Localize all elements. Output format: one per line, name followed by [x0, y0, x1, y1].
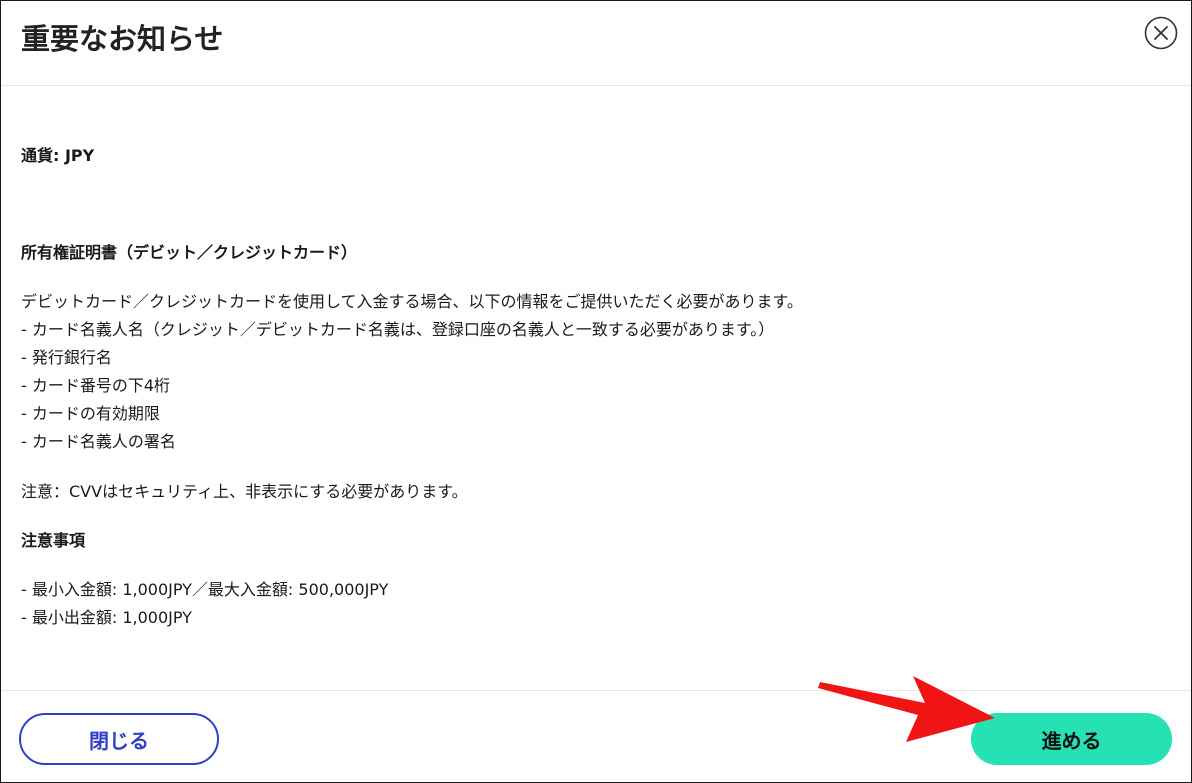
proof-item-expiry-date: - カードの有効期限 [21, 404, 160, 423]
proof-item-cardholder-name: - カード名義人名（クレジット／デビットカード名義は、登録口座の名義人と一致する… [21, 320, 775, 339]
withdrawal-limit: - 最小出金額: 1,000JPY [21, 608, 192, 627]
proceed-button[interactable]: 進める [971, 713, 1172, 765]
proof-intro: デビットカード／クレジットカードを使用して入金する場合、以下の情報をご提供いただ… [21, 292, 803, 311]
dialog-body: 通貨: JPY 所有権証明書（デビット／クレジットカード） デビットカード／クレ… [21, 86, 1171, 689]
dialog-footer: 閉じる 進める [1, 690, 1191, 783]
dialog-header: 重要なお知らせ [1, 1, 1191, 86]
cvv-note: 注意：CVVはセキュリティ上、非表示にする必要があります。 [21, 482, 468, 501]
currency-line: 通貨: JPY [21, 146, 95, 165]
proof-item-signature: - カード名義人の署名 [21, 432, 176, 451]
notes-heading: 注意事項 [21, 531, 86, 550]
important-notice-dialog: 重要なお知らせ 通貨: JPY 所有権証明書（デビット／クレジットカード） デビ… [0, 0, 1192, 783]
limits-list: - 最小入金額: 1,000JPY／最大入金額: 500,000JPY - 最小… [21, 576, 388, 632]
proof-heading: 所有権証明書（デビット／クレジットカード） [21, 243, 358, 262]
close-circle-icon [1144, 16, 1178, 50]
close-button[interactable]: 閉じる [19, 713, 219, 765]
proof-item-last-four-digits: - カード番号の下4桁 [21, 376, 171, 395]
proof-requirements: デビットカード／クレジットカードを使用して入金する場合、以下の情報をご提供いただ… [21, 288, 803, 456]
dialog-title: 重要なお知らせ [21, 22, 224, 56]
deposit-limits: - 最小入金額: 1,000JPY／最大入金額: 500,000JPY [21, 580, 389, 599]
close-dialog-button[interactable] [1144, 16, 1178, 50]
proof-item-issuing-bank: - 発行銀行名 [21, 348, 112, 367]
